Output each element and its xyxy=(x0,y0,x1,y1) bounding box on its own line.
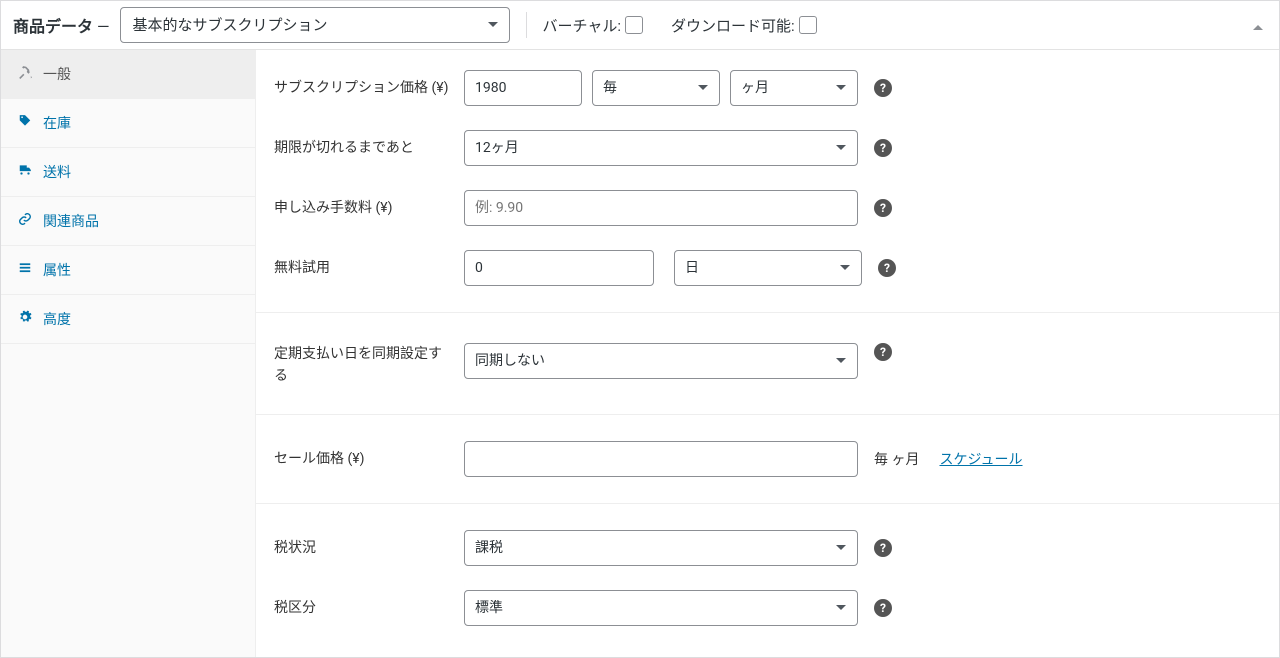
sale-price-input[interactable] xyxy=(464,441,858,477)
sidebar: 一般 在庫 送料 関連商品 xyxy=(1,50,256,657)
sale-price-suffix: 毎 ヶ月 xyxy=(874,449,919,469)
help-icon[interactable]: ? xyxy=(874,599,892,617)
help-icon[interactable]: ? xyxy=(874,139,892,157)
sync-renewal-label: 定期支払い日を同期設定する xyxy=(274,343,454,388)
sidebar-item-advanced[interactable]: 高度 xyxy=(1,295,255,344)
row-tax-class: 税区分 標準 ? xyxy=(256,578,1279,638)
tax-class-label: 税区分 xyxy=(274,597,454,619)
truck-icon xyxy=(17,163,33,181)
product-type-select-wrap: 基本的なサブスクリプション xyxy=(120,7,510,43)
help-icon[interactable]: ? xyxy=(874,539,892,557)
help-icon[interactable]: ? xyxy=(874,343,892,361)
downloadable-checkbox[interactable] xyxy=(799,16,817,34)
sidebar-item-label: 高度 xyxy=(43,309,71,329)
sidebar-item-inventory[interactable]: 在庫 xyxy=(1,99,255,148)
divider xyxy=(256,414,1279,415)
subscription-price-input[interactable] xyxy=(464,70,582,106)
downloadable-checkbox-wrap[interactable]: ダウンロード可能: xyxy=(671,15,817,36)
free-trial-label: 無料試用 xyxy=(274,257,454,279)
sidebar-item-label: 一般 xyxy=(43,64,71,84)
wrench-icon xyxy=(17,65,33,83)
expire-label: 期限が切れるまであと xyxy=(274,137,454,159)
link-icon xyxy=(17,212,33,230)
panel-header: 商品データ — 基本的なサブスクリプション バーチャル: ダウンロード可能: xyxy=(1,1,1279,50)
sidebar-item-general[interactable]: 一般 xyxy=(1,50,255,99)
downloadable-label: ダウンロード可能: xyxy=(671,15,795,36)
sidebar-item-label: 送料 xyxy=(43,162,71,182)
row-expire: 期限が切れるまであと 12ヶ月 ? xyxy=(256,118,1279,178)
collapse-toggle-icon[interactable] xyxy=(1253,20,1263,30)
row-free-trial: 無料試用 日 ? xyxy=(256,238,1279,298)
expire-select[interactable]: 12ヶ月 xyxy=(464,130,858,166)
tax-status-label: 税状況 xyxy=(274,537,454,559)
row-tax-status: 税状況 課税 ? xyxy=(256,518,1279,578)
tax-class-select[interactable]: 標準 xyxy=(464,590,858,626)
gear-icon xyxy=(17,310,33,328)
sale-price-label: セール価格 (¥) xyxy=(274,448,454,470)
help-icon[interactable]: ? xyxy=(874,199,892,217)
virtual-checkbox[interactable] xyxy=(625,16,643,34)
row-subscription-price: サブスクリプション価格 (¥) 毎 ヶ月 ? xyxy=(256,58,1279,118)
schedule-link[interactable]: スケジュール xyxy=(939,449,1022,469)
sidebar-item-label: 関連商品 xyxy=(43,211,99,231)
sync-renewal-select[interactable]: 同期しない xyxy=(464,343,858,379)
sidebar-item-label: 属性 xyxy=(43,260,71,280)
product-type-select[interactable]: 基本的なサブスクリプション xyxy=(120,7,510,43)
sidebar-item-linked[interactable]: 関連商品 xyxy=(1,197,255,246)
product-data-panel: 商品データ — 基本的なサブスクリプション バーチャル: ダウンロード可能: 一… xyxy=(0,0,1280,658)
panel-title: 商品データ — xyxy=(13,13,110,37)
header-divider xyxy=(526,12,527,38)
signup-fee-input[interactable] xyxy=(464,190,858,226)
tag-icon xyxy=(17,114,33,132)
row-sync-renewal: 定期支払い日を同期設定する 同期しない ? xyxy=(256,327,1279,400)
sidebar-item-attributes[interactable]: 属性 xyxy=(1,246,255,295)
help-icon[interactable]: ? xyxy=(878,259,896,277)
help-icon[interactable]: ? xyxy=(874,79,892,97)
subscription-interval-select[interactable]: 毎 xyxy=(592,70,720,106)
subscription-period-select[interactable]: ヶ月 xyxy=(730,70,858,106)
sidebar-item-shipping[interactable]: 送料 xyxy=(1,148,255,197)
free-trial-unit-select[interactable]: 日 xyxy=(674,250,862,286)
row-signup-fee: 申し込み手数料 (¥) ? xyxy=(256,178,1279,238)
content: サブスクリプション価格 (¥) 毎 ヶ月 ? 期限が切れるまであと 12ヶ月 ?… xyxy=(256,50,1279,657)
row-sale-price: セール価格 (¥) 毎 ヶ月 スケジュール xyxy=(256,429,1279,489)
divider xyxy=(256,312,1279,313)
subscription-price-label: サブスクリプション価格 (¥) xyxy=(274,77,454,99)
virtual-label: バーチャル: xyxy=(543,15,621,36)
list-icon xyxy=(17,261,33,279)
signup-fee-label: 申し込み手数料 (¥) xyxy=(274,197,454,219)
sidebar-item-label: 在庫 xyxy=(43,113,71,133)
virtual-checkbox-wrap[interactable]: バーチャル: xyxy=(543,15,643,36)
divider xyxy=(256,503,1279,504)
panel-body: 一般 在庫 送料 関連商品 xyxy=(1,50,1279,657)
tax-status-select[interactable]: 課税 xyxy=(464,530,858,566)
free-trial-input[interactable] xyxy=(464,250,654,286)
